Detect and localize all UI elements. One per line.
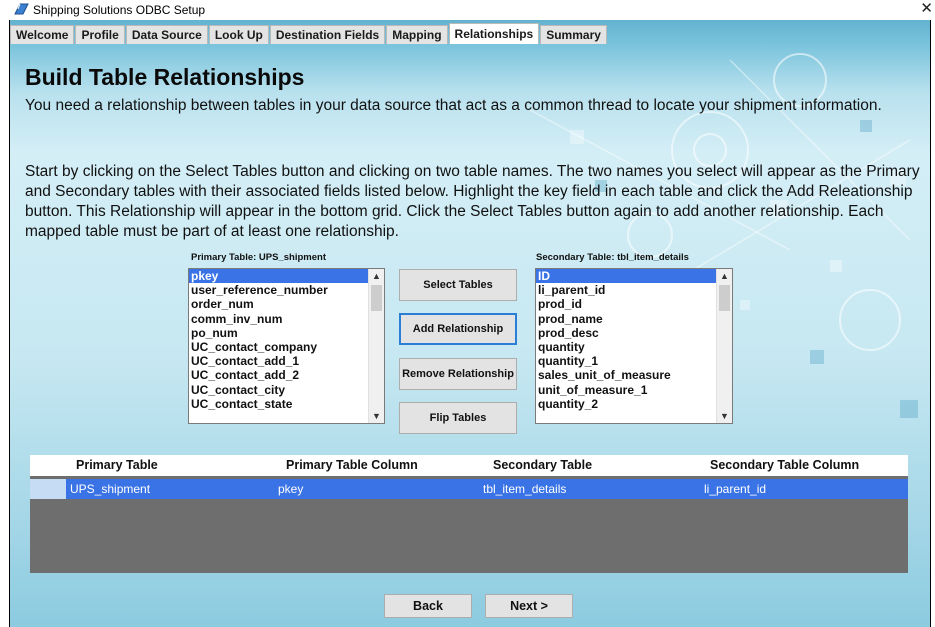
tab-data-source[interactable]: Data Source xyxy=(125,25,208,44)
page-title: Build Table Relationships xyxy=(25,64,305,90)
list-item[interactable]: po_num xyxy=(189,326,384,340)
flip-tables-button[interactable]: Flip Tables xyxy=(399,402,517,434)
list-item[interactable]: prod_name xyxy=(536,312,732,326)
remove-relationship-button[interactable]: Remove Relationship xyxy=(399,358,517,390)
cell-primary-table[interactable]: UPS_shipment xyxy=(66,479,274,499)
list-item[interactable]: pkey xyxy=(189,269,384,284)
relationships-grid[interactable]: Primary Table Primary Table Column Secon… xyxy=(30,455,908,573)
scroll-thumb[interactable] xyxy=(719,285,730,311)
scroll-down-icon[interactable]: ▼ xyxy=(369,409,384,423)
cell-secondary-column[interactable]: li_parent_id xyxy=(700,479,908,499)
scroll-thumb[interactable] xyxy=(371,285,382,311)
wizard-frame: Welcome Profile Data Source Look Up Dest… xyxy=(9,20,931,627)
grid-header: Primary Table Primary Table Column Secon… xyxy=(30,455,908,476)
list-item[interactable]: UC_contact_company xyxy=(189,340,384,354)
grid-corner xyxy=(30,455,66,476)
add-relationship-button[interactable]: Add Relationship xyxy=(399,313,517,345)
title-bar: Shipping Solutions ODBC Setup ✕ xyxy=(0,0,935,20)
column-header-primary-column[interactable]: Primary Table Column xyxy=(274,455,479,476)
cell-secondary-table[interactable]: tbl_item_details xyxy=(479,479,700,499)
row-header[interactable] xyxy=(30,479,66,499)
column-header-secondary-column[interactable]: Secondary Table Column xyxy=(700,455,908,476)
secondary-fields-list[interactable]: ID li_parent_id prod_id prod_name prod_desc q… xyxy=(535,268,733,424)
primary-fields-list[interactable]: pkey user_reference_number order_num comm_i… xyxy=(188,268,385,424)
tab-relationships[interactable]: Relationships xyxy=(448,23,540,44)
list-item[interactable]: prod_id xyxy=(536,297,732,311)
primary-list-scrollbar[interactable]: ▲ ▼ xyxy=(368,269,384,423)
back-button[interactable]: Back xyxy=(384,594,472,618)
tab-destination-fields[interactable]: Destination Fields xyxy=(269,25,386,44)
column-header-secondary-table[interactable]: Secondary Table xyxy=(479,455,700,476)
list-item[interactable]: li_parent_id xyxy=(536,283,732,297)
cell-primary-column[interactable]: pkey xyxy=(274,479,479,499)
tab-welcome[interactable]: Welcome xyxy=(10,25,75,44)
window-title: Shipping Solutions ODBC Setup xyxy=(33,3,206,17)
list-item[interactable]: user_reference_number xyxy=(189,283,384,297)
table-row[interactable]: UPS_shipment pkey tbl_item_details li_pa… xyxy=(30,479,908,499)
next-button[interactable]: Next > xyxy=(485,594,573,618)
list-item[interactable]: ID xyxy=(536,269,732,284)
list-item[interactable]: order_num xyxy=(189,297,384,311)
instructions-text: Start by clicking on the Select Tables b… xyxy=(25,163,920,240)
list-item[interactable]: unit_of_measure_1 xyxy=(536,383,732,397)
scroll-up-icon[interactable]: ▲ xyxy=(369,269,384,283)
tab-mapping[interactable]: Mapping xyxy=(386,25,448,44)
list-item[interactable]: quantity xyxy=(536,340,732,354)
primary-table-label: Primary Table: UPS_shipment xyxy=(191,252,326,263)
scroll-up-icon[interactable]: ▲ xyxy=(717,269,732,283)
list-item[interactable]: prod_desc xyxy=(536,326,732,340)
app-icon xyxy=(14,3,29,15)
tab-look-up[interactable]: Look Up xyxy=(208,25,269,44)
list-item[interactable]: UC_contact_add_1 xyxy=(189,354,384,368)
list-item[interactable]: comm_inv_num xyxy=(189,312,384,326)
scroll-down-icon[interactable]: ▼ xyxy=(717,409,732,423)
secondary-list-scrollbar[interactable]: ▲ ▼ xyxy=(716,269,732,423)
list-item[interactable]: sales_unit_of_measure xyxy=(536,368,732,382)
intro-text: You need a relationship between tables i… xyxy=(25,97,882,114)
list-item[interactable]: UC_contact_add_2 xyxy=(189,368,384,382)
select-tables-button[interactable]: Select Tables xyxy=(399,269,517,301)
column-header-primary-table[interactable]: Primary Table xyxy=(66,455,274,476)
tab-profile[interactable]: Profile xyxy=(75,25,125,44)
list-item[interactable]: UC_contact_state xyxy=(189,397,384,411)
list-item[interactable]: quantity_1 xyxy=(536,354,732,368)
list-item[interactable]: UC_contact_city xyxy=(189,383,384,397)
secondary-table-label: Secondary Table: tbl_item_details xyxy=(536,252,689,263)
list-item[interactable]: quantity_2 xyxy=(536,397,732,411)
tab-summary[interactable]: Summary xyxy=(540,25,607,44)
close-icon[interactable]: ✕ xyxy=(920,0,933,18)
tab-strip: Welcome Profile Data Source Look Up Dest… xyxy=(10,23,608,45)
